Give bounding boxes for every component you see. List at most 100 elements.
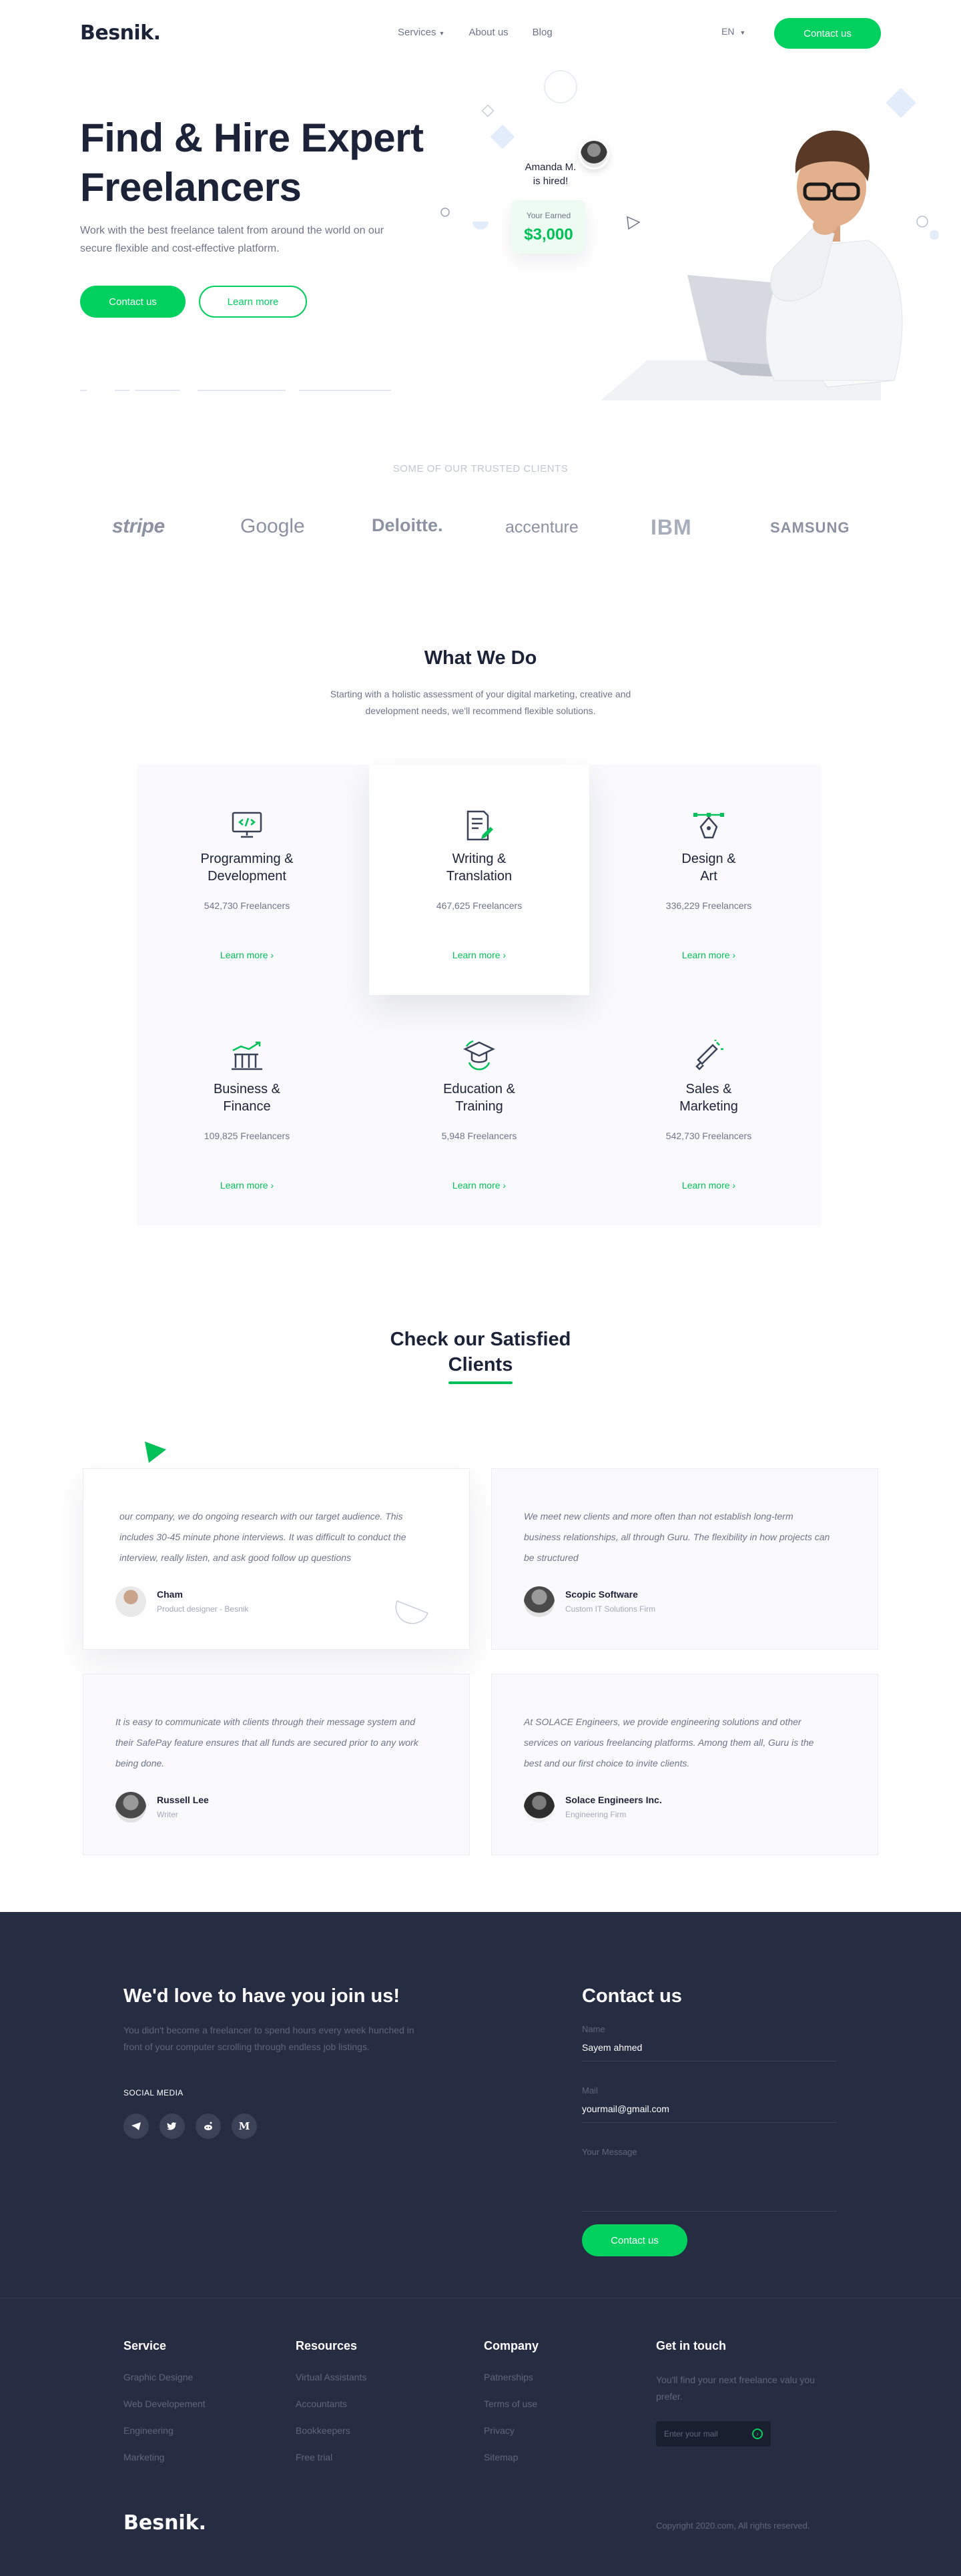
learn-more-link[interactable]: Learn more › bbox=[369, 950, 589, 960]
service-title: Business & Finance bbox=[213, 1082, 281, 1114]
copyright: Copyright 2020.com, All rights reserved. bbox=[656, 2521, 810, 2531]
learn-more-link[interactable]: Learn more › bbox=[599, 1180, 819, 1191]
service-count: 336,229 Freelancers bbox=[665, 900, 752, 911]
social-media-label: SOCIAL MEDIA bbox=[123, 2088, 184, 2098]
arrow-right-icon[interactable]: › bbox=[752, 2429, 763, 2439]
client-logo-google: Google bbox=[240, 515, 305, 537]
service-count: 109,825 Freelancers bbox=[204, 1131, 290, 1141]
section-title: What We Do bbox=[424, 647, 537, 669]
footer-col-service: Service Graphic Designe Web Developement… bbox=[123, 2339, 206, 2463]
service-card-programming[interactable]: Programming & Development 542,730 Freelan… bbox=[137, 765, 357, 995]
service-count: 467,625 Freelancers bbox=[436, 900, 523, 911]
service-card-business[interactable]: Business & Finance 109,825 Freelancers Le… bbox=[137, 995, 357, 1225]
service-card-writing[interactable]: Writing & Translation 467,625 Freelancers… bbox=[369, 765, 589, 995]
subscribe-email-input[interactable] bbox=[656, 2421, 743, 2447]
footer-link[interactable]: Privacy bbox=[484, 2425, 539, 2436]
medium-icon[interactable]: M bbox=[232, 2114, 257, 2139]
hero-section: Find & Hire Expert Freelancers Work with … bbox=[0, 67, 961, 400]
trusted-title: SOME OF OUR TRUSTED CLIENTS bbox=[392, 463, 569, 474]
footer-link[interactable]: Terms of use bbox=[484, 2398, 539, 2409]
reddit-icon[interactable] bbox=[196, 2114, 221, 2139]
subscribe-box: › bbox=[656, 2421, 771, 2447]
nav-services[interactable]: Services ▼ bbox=[398, 27, 444, 38]
hero-learn-more-button[interactable]: Learn more bbox=[199, 286, 307, 318]
testimonial-card: It is easy to communicate with clients t… bbox=[83, 1674, 470, 1855]
name-field[interactable]: Name Sayem ahmed bbox=[582, 2024, 837, 2061]
title-underline bbox=[448, 1381, 513, 1384]
top-navbar: Besnik. Services ▼ About us Blog EN ▼ Con… bbox=[0, 0, 961, 67]
earned-badge: Your Earned $3,000 bbox=[512, 200, 585, 254]
hero-title: Find & Hire Expert Freelancers bbox=[80, 115, 424, 210]
avatar bbox=[524, 1792, 555, 1823]
chevron-down-icon: ▼ bbox=[739, 29, 746, 36]
chevron-down-icon: ▼ bbox=[438, 30, 445, 37]
testimonial-name: Russell Lee bbox=[157, 1795, 209, 1805]
testimonial-quote: It is easy to communicate with clients t… bbox=[115, 1716, 418, 1768]
client-logo-ibm: IBM bbox=[651, 515, 692, 539]
contact-title: Contact us bbox=[582, 1985, 682, 2007]
service-title: Design & Art bbox=[681, 852, 736, 884]
testimonial-role: Writer bbox=[157, 1810, 178, 1819]
logo[interactable]: Besnik. bbox=[80, 21, 161, 45]
footer-link[interactable]: Virtual Assistants bbox=[296, 2372, 366, 2382]
footer-link[interactable]: Graphic Designe bbox=[123, 2372, 206, 2382]
testimonial-name: Cham bbox=[157, 1589, 183, 1600]
testimonials-section: Check our Satisfied Clients our company, … bbox=[0, 1308, 961, 1912]
service-card-sales[interactable]: Sales & Marketing 542,730 Freelancers Lea… bbox=[599, 995, 819, 1225]
client-logo-samsung: SAMSUNG bbox=[770, 519, 850, 536]
footer-link[interactable]: Free trial bbox=[296, 2452, 366, 2463]
footer-link[interactable]: Accountants bbox=[296, 2398, 366, 2409]
section-title: Check our Satisfied Clients bbox=[390, 1329, 571, 1375]
mail-input[interactable]: yourmail@gmail.com bbox=[582, 2104, 837, 2123]
footer-link[interactable]: Patnerships bbox=[484, 2372, 539, 2382]
hero-subtitle: Work with the best freelance talent from… bbox=[80, 225, 384, 254]
footer-logo[interactable]: Besnik. bbox=[123, 2511, 206, 2535]
footer-link[interactable]: Bookkeepers bbox=[296, 2425, 366, 2436]
twitter-icon[interactable] bbox=[159, 2114, 185, 2139]
avatar bbox=[115, 1586, 146, 1617]
learn-more-link[interactable]: Learn more › bbox=[137, 1180, 357, 1191]
join-text: You didn't become a freelancer to spend … bbox=[123, 2025, 414, 2052]
testimonial-card: At SOLACE Engineers, we provide engineer… bbox=[491, 1674, 878, 1855]
contact-submit-button[interactable]: Contact us bbox=[582, 2224, 687, 2256]
nav-contact-button[interactable]: Contact us bbox=[774, 18, 881, 49]
testimonial-quote: At SOLACE Engineers, we provide engineer… bbox=[524, 1716, 814, 1768]
telegram-icon[interactable] bbox=[123, 2114, 149, 2139]
service-card-design[interactable]: Design & Art 336,229 Freelancers Learn mo… bbox=[599, 765, 819, 995]
name-input[interactable]: Sayem ahmed bbox=[582, 2042, 837, 2061]
service-card-education[interactable]: Education & Training 5,948 Freelancers Le… bbox=[369, 995, 589, 1225]
testimonial-role: Custom IT Solutions Firm bbox=[565, 1604, 656, 1614]
learn-more-link[interactable]: Learn more › bbox=[369, 1180, 589, 1191]
learn-more-link[interactable]: Learn more › bbox=[599, 950, 819, 960]
footer-link[interactable]: Sitemap bbox=[484, 2452, 539, 2463]
testimonial-role: Product designer - Besnik bbox=[157, 1604, 249, 1614]
testimonial-quote: We meet new clients and more often than … bbox=[524, 1511, 830, 1563]
half-circle-decoration bbox=[395, 1600, 428, 1624]
service-count: 542,730 Freelancers bbox=[204, 900, 290, 911]
learn-more-link[interactable]: Learn more › bbox=[137, 950, 357, 960]
footer-col-company: Company Patnerships Terms of use Privacy… bbox=[484, 2339, 539, 2463]
service-count: 542,730 Freelancers bbox=[665, 1131, 752, 1141]
message-input[interactable] bbox=[582, 2165, 837, 2212]
footer-link[interactable]: Engineering bbox=[123, 2425, 206, 2436]
hired-card: Amanda M. is hired! Your Earned $3,000 bbox=[504, 139, 609, 259]
nav-blog[interactable]: Blog bbox=[533, 27, 553, 38]
document-pen-icon bbox=[462, 809, 496, 842]
nav-about[interactable]: About us bbox=[468, 27, 508, 38]
testimonial-name: Solace Engineers Inc. bbox=[565, 1795, 662, 1805]
nav-links: Services ▼ About us Blog bbox=[398, 27, 553, 38]
hero-contact-button[interactable]: Contact us bbox=[80, 286, 186, 318]
mail-field[interactable]: Mail yourmail@gmail.com bbox=[582, 2085, 837, 2123]
megaphone-icon bbox=[692, 1039, 725, 1072]
hired-name: Amanda M. is hired! bbox=[525, 162, 577, 187]
footer-link[interactable]: Marketing bbox=[123, 2452, 206, 2463]
section-description: Starting with a holistic assessment of y… bbox=[330, 689, 631, 716]
monitor-code-icon bbox=[230, 809, 264, 842]
testimonial-name: Scopic Software bbox=[565, 1589, 638, 1600]
service-title: Programming & Development bbox=[200, 852, 294, 884]
testimonial-role: Engineering Firm bbox=[565, 1810, 627, 1819]
footer-link[interactable]: Web Developement bbox=[123, 2398, 206, 2409]
service-title: Sales & Marketing bbox=[679, 1082, 738, 1114]
message-field[interactable]: Your Message bbox=[582, 2147, 837, 2215]
language-select[interactable]: EN ▼ bbox=[721, 26, 745, 37]
